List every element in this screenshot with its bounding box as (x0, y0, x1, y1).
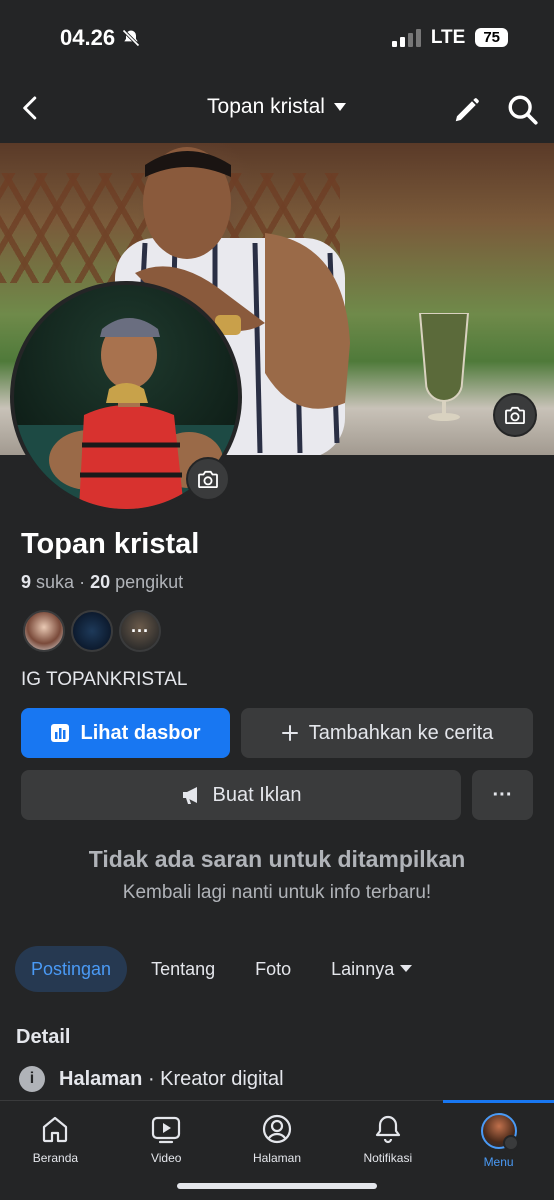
view-dashboard-label: Lihat dasbor (80, 721, 201, 744)
video-icon (152, 1116, 181, 1144)
nav-home[interactable]: Beranda (0, 1101, 111, 1200)
cover-camera-button[interactable] (493, 393, 537, 437)
suggestions-empty-title: Tidak ada saran untuk ditampilkan (88, 846, 466, 872)
page-title: Topan kristal (207, 95, 325, 118)
profile-tabs: Postingan Tentang Foto Lainnya (15, 946, 428, 992)
details-row-category: i Halaman · Kreator digital (19, 1066, 284, 1092)
follower-avatar[interactable] (23, 610, 65, 652)
camera-icon (505, 406, 525, 424)
caret-down-icon (333, 103, 346, 111)
bell-icon (375, 1115, 400, 1144)
nav-notifications-label: Notifikasi (363, 1151, 413, 1165)
pages-icon (262, 1114, 292, 1144)
pencil-icon[interactable] (452, 95, 482, 125)
search-icon[interactable] (506, 93, 540, 127)
tab-photos-label: Foto (255, 958, 292, 979)
home-indicator (177, 1183, 377, 1189)
follower-avatar-more[interactable]: ··· (119, 610, 161, 652)
create-ad-button[interactable]: Buat Iklan (21, 770, 461, 820)
more-options-button[interactable]: ··· (472, 770, 533, 820)
followers-label[interactable]: pengikut (115, 572, 183, 592)
tab-posts[interactable]: Postingan (15, 946, 128, 992)
profile-name: Topan kristal (21, 528, 200, 560)
tab-more-label: Lainnya (331, 958, 395, 979)
network-label: LTE (430, 26, 466, 48)
status-bar: 04.26 LTE 75 (0, 0, 554, 75)
nav-menu-label: Menu (483, 1155, 514, 1169)
tab-photos[interactable]: Foto (239, 946, 307, 992)
nav-menu[interactable]: Menu (443, 1100, 554, 1200)
menu-lines-icon (502, 1135, 519, 1151)
top-bar: Topan kristal (0, 75, 554, 143)
battery-level: 75 (475, 28, 508, 47)
camera-icon (198, 470, 218, 488)
tab-posts-label: Postingan (31, 958, 112, 979)
create-ad-label: Buat Iklan (212, 783, 302, 806)
tab-about[interactable]: Tentang (135, 946, 231, 992)
menu-avatar (480, 1113, 519, 1151)
view-dashboard-button[interactable]: Lihat dasbor (21, 708, 230, 758)
follower-avatars[interactable]: ··· (23, 610, 161, 652)
dashboard-icon (51, 724, 70, 742)
suggestions-empty-subtitle: Kembali lagi nanti untuk info terbaru! (122, 882, 432, 903)
nav-home-label: Beranda (32, 1151, 79, 1165)
profile-stats: 9 suka · 20 pengikut (21, 572, 183, 593)
glass-image (418, 313, 470, 421)
likes-label[interactable]: suka (36, 572, 74, 592)
megaphone-icon (182, 787, 197, 804)
nav-video-label: Video (150, 1151, 182, 1165)
details-heading: Detail (16, 1026, 71, 1048)
status-time: 04.26 (60, 24, 116, 50)
details-row-category-text: · Kreator digital (147, 1067, 284, 1090)
nav-pages-label: Halaman (252, 1151, 301, 1165)
home-icon (43, 1116, 68, 1143)
more-options-icon: ··· (492, 783, 513, 806)
followers-count: 20 (90, 572, 111, 592)
avatar-camera-button[interactable] (186, 457, 230, 501)
follower-avatar[interactable] (71, 610, 113, 652)
signal-icon (391, 28, 421, 47)
mute-bell-icon (122, 28, 140, 47)
caret-down-icon (400, 965, 413, 972)
add-to-story-button[interactable]: Tambahkan ke cerita (241, 708, 533, 758)
info-icon: i (19, 1066, 45, 1092)
profile-bio: IG TOPANKRISTAL (21, 669, 188, 690)
likes-count: 9 (21, 572, 32, 592)
tab-about-label: Tentang (151, 958, 216, 979)
tab-more[interactable]: Lainnya (315, 946, 428, 992)
stats-separator: · (79, 572, 91, 592)
add-to-story-label: Tambahkan ke cerita (308, 721, 494, 744)
plus-icon (281, 725, 298, 741)
details-row-type: Halaman (59, 1067, 143, 1090)
